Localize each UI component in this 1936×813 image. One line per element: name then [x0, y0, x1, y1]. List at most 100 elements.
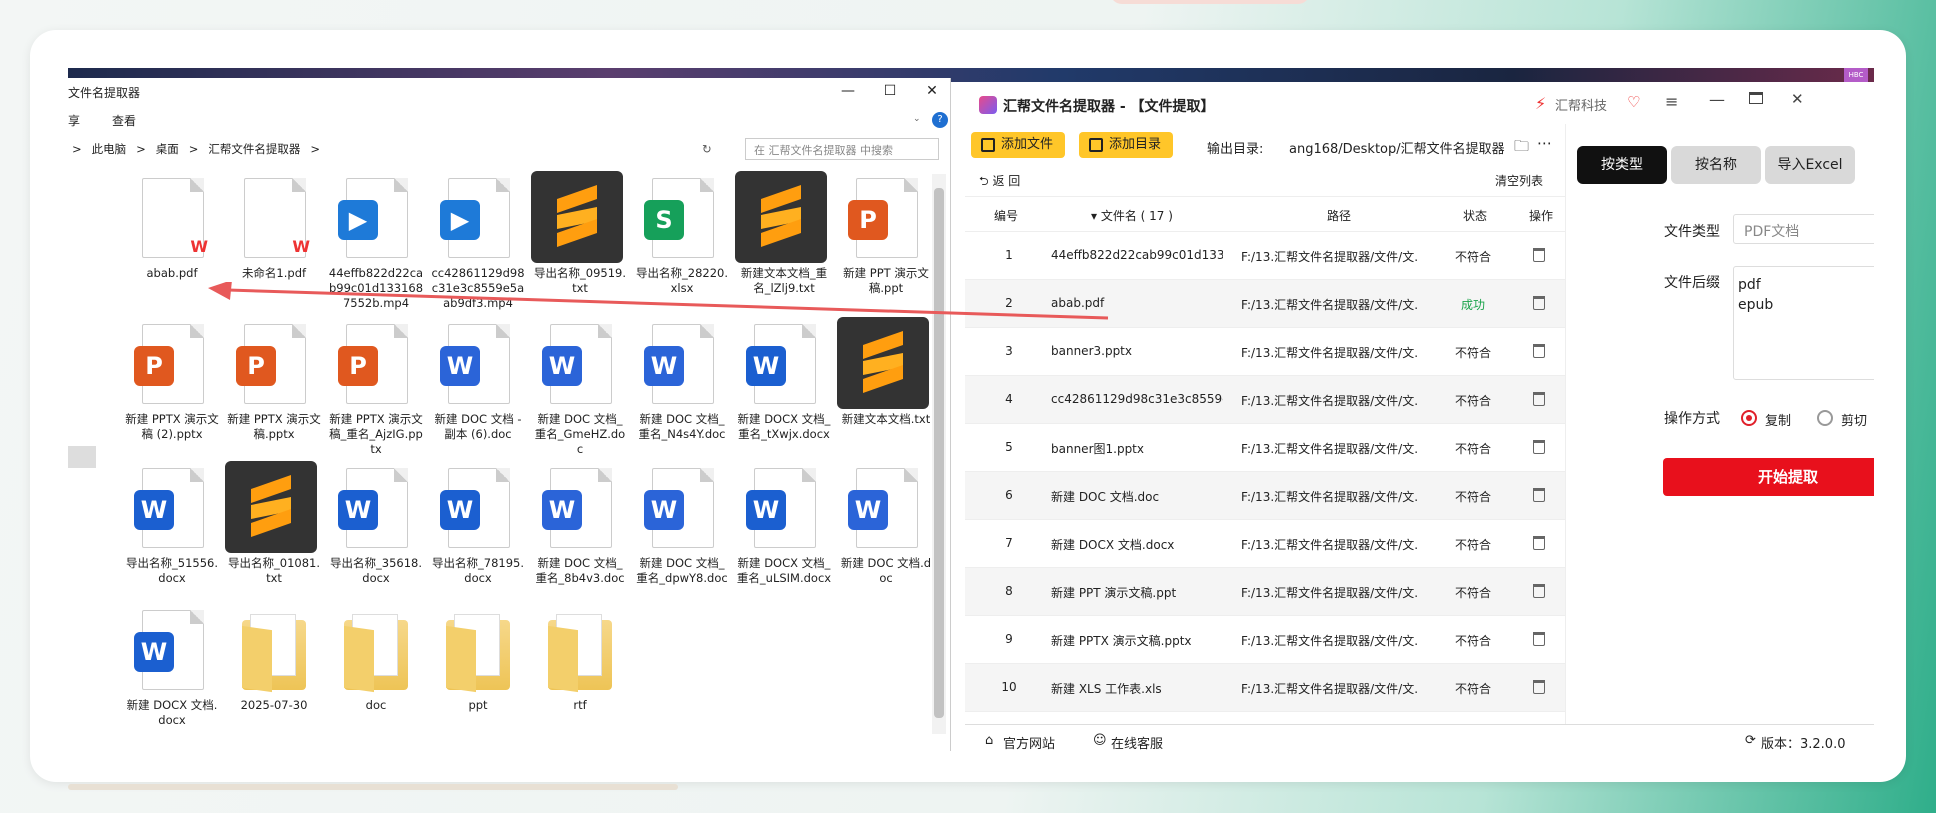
- heart-icon[interactable]: ♡: [1627, 93, 1640, 111]
- delete-icon[interactable]: [1533, 296, 1545, 310]
- cut-radio[interactable]: [1817, 410, 1833, 426]
- ppt-file-icon: P: [842, 174, 930, 264]
- app-minimize-button[interactable]: —: [1709, 90, 1725, 109]
- table-row[interactable]: 6 新建 DOC 文档.doc F:/13.汇帮文件名提取器/文件/文... 不符合: [965, 472, 1565, 520]
- row-filename: abab.pdf: [1051, 296, 1105, 310]
- table-row[interactable]: 2 abab.pdf F:/13.汇帮文件名提取器/文件/文... 成功: [965, 280, 1565, 328]
- table-row[interactable]: 10 新建 XLS 工作表.xls F:/13.汇帮文件名提取器/文件/文... 不符…: [965, 664, 1565, 712]
- table-header: 编号 ▾ 文件名 ( 17 ) 路径 状态 操作: [965, 196, 1565, 232]
- table-row[interactable]: 3 banner3.pptx F:/13.汇帮文件名提取器/文件/文... 不符合: [965, 328, 1565, 376]
- chevron-down-icon[interactable]: ⌄: [913, 114, 921, 124]
- refresh-icon[interactable]: ↻: [702, 142, 712, 156]
- file-item[interactable]: W 新建 DOC 文档_重名_dpwY8.doc: [634, 464, 730, 586]
- ribbon-share-tab[interactable]: 享: [68, 112, 80, 129]
- app-maximize-button[interactable]: [1749, 92, 1763, 104]
- table-row[interactable]: 8 新建 PPT 演示文稿.ppt F:/13.汇帮文件名提取器/文件/文... 不符…: [965, 568, 1565, 616]
- official-site-link[interactable]: 官方网站: [1003, 733, 1055, 751]
- suffix-textarea[interactable]: pdf epub: [1733, 266, 1874, 380]
- clear-list-button[interactable]: 清空列表: [1495, 172, 1543, 189]
- delete-icon[interactable]: [1533, 248, 1545, 262]
- file-item[interactable]: W 新建 DOC 文档_重名_N4s4Y.doc: [634, 320, 730, 442]
- file-type-value: PDF文档: [1744, 224, 1800, 240]
- file-item[interactable]: 2025-07-30: [226, 606, 322, 713]
- file-item[interactable]: S 导出名称_28220.xlsx: [634, 174, 730, 296]
- row-path: F:/13.汇帮文件名提取器/文件/文...: [1241, 442, 1419, 456]
- file-type-select[interactable]: PDF文档⌄: [1733, 214, 1874, 244]
- file-item[interactable]: W 新建 DOCX 文档.docx: [124, 606, 220, 728]
- online-support-link[interactable]: 在线客服: [1111, 733, 1163, 751]
- file-item[interactable]: rtf: [532, 606, 628, 713]
- output-path-field[interactable]: ang168/Desktop/汇帮文件名提取器: [1289, 138, 1509, 157]
- delete-icon[interactable]: [1533, 632, 1545, 646]
- more-icon[interactable]: ⋯: [1537, 134, 1552, 152]
- file-item[interactable]: 新建文本文档.txt: [837, 317, 934, 427]
- file-name: 新建 DOC 文档_重名_GmeHZ.doc: [534, 412, 626, 456]
- file-item[interactable]: P 新建 PPTX 演示文稿 (2).pptx: [124, 320, 220, 442]
- delete-icon[interactable]: [1533, 392, 1545, 406]
- start-extract-button[interactable]: 开始提取: [1663, 458, 1874, 496]
- header-name[interactable]: ▾ 文件名 ( 17 ): [1091, 207, 1173, 224]
- add-dir-button[interactable]: 添加目录: [1079, 132, 1174, 158]
- copy-radio[interactable]: [1741, 410, 1757, 426]
- help-icon[interactable]: ?: [932, 112, 948, 128]
- row-path: F:/13.汇帮文件名提取器/文件/文...: [1241, 298, 1419, 312]
- file-item[interactable]: P 新建 PPTX 演示文稿.pptx: [226, 320, 322, 442]
- add-file-button[interactable]: 添加文件: [971, 132, 1066, 158]
- breadcrumb-folder[interactable]: 汇帮文件名提取器: [208, 141, 300, 157]
- file-item[interactable]: 新建文本文档_重名_lZlj9.txt: [735, 171, 832, 296]
- delete-icon[interactable]: [1533, 584, 1545, 598]
- file-item[interactable]: W 新建 DOCX 文档_重名_tXwjx.docx: [736, 320, 832, 442]
- file-item[interactable]: W 新建 DOC 文档.doc: [838, 464, 934, 586]
- breadcrumb[interactable]: > 此电脑 > 桌面 > 汇帮文件名提取器 > ↻: [68, 138, 718, 160]
- file-item[interactable]: P 新建 PPT 演示文稿.ppt: [838, 174, 934, 296]
- close-button[interactable]: ✕: [912, 80, 952, 102]
- row-path: F:/13.汇帮文件名提取器/文件/文...: [1241, 250, 1419, 264]
- table-row[interactable]: 5 banner图1.pptx F:/13.汇帮文件名提取器/文件/文... 不符合: [965, 424, 1565, 472]
- back-button[interactable]: ⮌ 返 回: [979, 172, 1020, 193]
- file-item[interactable]: W 新建 DOC 文档 - 副本 (6).doc: [430, 320, 526, 442]
- docx-file-icon: W: [434, 464, 522, 554]
- maximize-button[interactable]: ☐: [870, 80, 910, 102]
- row-status: 成功: [1460, 298, 1485, 312]
- file-item[interactable]: W 新建 DOCX 文档_重名_uLSIM.docx: [736, 464, 832, 586]
- tab-by-type[interactable]: 按类型: [1577, 146, 1667, 184]
- file-item[interactable]: W 未命名1.pdf: [226, 174, 322, 281]
- file-item[interactable]: ppt: [430, 606, 526, 713]
- search-input[interactable]: 在 汇帮文件名提取器 中搜索: [745, 138, 939, 160]
- folder-open-icon[interactable]: 🗀: [1514, 136, 1529, 161]
- delete-icon[interactable]: [1533, 344, 1545, 358]
- delete-icon[interactable]: [1533, 536, 1545, 550]
- file-item[interactable]: P 新建 PPTX 演示文稿_重名_AjzIG.pptx: [328, 320, 424, 457]
- file-item[interactable]: W 导出名称_78195.docx: [430, 464, 526, 586]
- breadcrumb-desktop[interactable]: 桌面: [156, 141, 179, 157]
- menu-icon[interactable]: ≡: [1665, 92, 1678, 111]
- minimize-button[interactable]: —: [828, 80, 868, 102]
- file-item[interactable]: doc: [328, 606, 424, 713]
- file-item[interactable]: W 导出名称_35618.docx: [328, 464, 424, 586]
- file-name: 导出名称_35618.docx: [330, 556, 422, 585]
- breadcrumb-this-pc[interactable]: 此电脑: [92, 141, 127, 157]
- table-row[interactable]: 9 新建 PPTX 演示文稿.pptx F:/13.汇帮文件名提取器/文件/文...…: [965, 616, 1565, 664]
- breadcrumb-sep: >: [72, 142, 82, 156]
- tab-by-name[interactable]: 按名称: [1671, 146, 1761, 184]
- file-item[interactable]: 导出名称_01081.txt: [225, 461, 322, 586]
- file-item[interactable]: ▶ cc42861129d98c31e3c8559e5aab9df3.mp4: [430, 174, 526, 311]
- app-close-button[interactable]: ✕: [1791, 90, 1804, 108]
- delete-icon[interactable]: [1533, 488, 1545, 502]
- file-item[interactable]: W 导出名称_51556.docx: [124, 464, 220, 586]
- tab-import-excel[interactable]: 导入Excel: [1765, 146, 1855, 184]
- file-item[interactable]: ▶ 44effb822d22cab99c01d1331687552b.mp4: [328, 174, 424, 311]
- ribbon-view-tab[interactable]: 查看: [112, 112, 136, 129]
- delete-icon[interactable]: [1533, 440, 1545, 454]
- row-status: 不符合: [1454, 250, 1491, 264]
- table-row[interactable]: 1 44effb822d22cab99c01d1331... F:/13.汇帮文件名…: [965, 232, 1565, 280]
- delete-icon[interactable]: [1533, 680, 1545, 694]
- doc-file-icon: W: [536, 464, 624, 554]
- file-item[interactable]: W 新建 DOC 文档_重名_GmeHZ.doc: [532, 320, 628, 457]
- file-item[interactable]: Wabab.pdf: [124, 174, 220, 281]
- table-row[interactable]: 7 新建 DOCX 文档.docx F:/13.汇帮文件名提取器/文件/文... 不符…: [965, 520, 1565, 568]
- table-row[interactable]: 4 cc42861129d98c31e3c8559e5... F:/13.汇帮文件名…: [965, 376, 1565, 424]
- file-item[interactable]: W 新建 DOC 文档_重名_8b4v3.doc: [532, 464, 628, 586]
- file-item[interactable]: 导出名称_09519.txt: [531, 171, 628, 296]
- scrollbar-thumb[interactable]: [934, 188, 944, 718]
